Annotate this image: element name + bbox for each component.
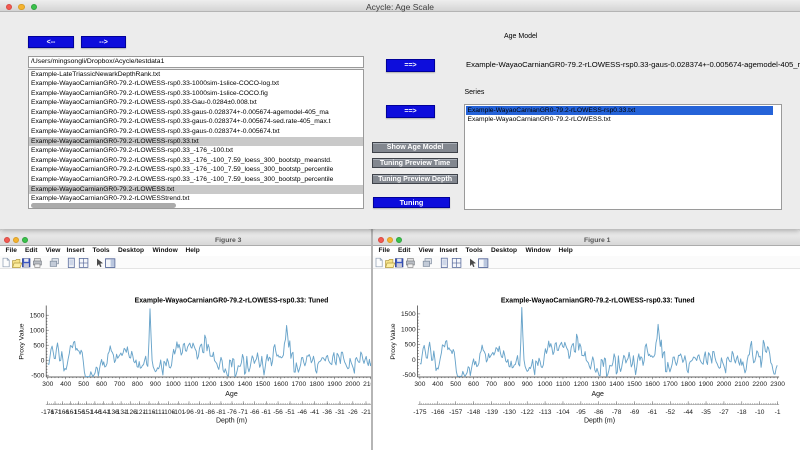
svg-text:1500: 1500	[401, 311, 416, 318]
svg-text:Age: Age	[225, 391, 238, 398]
svg-text:2300: 2300	[770, 381, 785, 388]
svg-text:-46: -46	[297, 409, 307, 416]
svg-text:-500: -500	[402, 372, 416, 379]
svg-text:1000: 1000	[538, 381, 553, 388]
svg-text:1100: 1100	[556, 381, 571, 388]
svg-text:0: 0	[412, 357, 416, 364]
svg-text:2000: 2000	[717, 381, 732, 388]
svg-text:400: 400	[432, 381, 443, 388]
svg-text:1700: 1700	[291, 381, 306, 388]
svg-text:-86: -86	[205, 409, 215, 416]
svg-text:-61: -61	[648, 409, 658, 416]
svg-text:900: 900	[150, 381, 161, 388]
svg-text:Proxy Value: Proxy Value	[19, 323, 26, 359]
svg-text:-51: -51	[285, 409, 295, 416]
svg-text:-31: -31	[335, 409, 345, 416]
svg-text:-104: -104	[556, 409, 570, 416]
svg-text:-96: -96	[184, 409, 194, 416]
svg-text:-148: -148	[467, 409, 481, 416]
svg-text:-130: -130	[503, 409, 517, 416]
svg-text:2100: 2100	[363, 381, 371, 388]
svg-text:Example-WayaoCarnianGR0-79.2-r: Example-WayaoCarnianGR0-79.2-rLOWESS-rsp…	[501, 297, 695, 304]
svg-text:-122: -122	[521, 409, 535, 416]
svg-text:1900: 1900	[327, 381, 342, 388]
svg-text:-78: -78	[612, 409, 622, 416]
svg-text:700: 700	[486, 381, 497, 388]
svg-text:1800: 1800	[681, 381, 696, 388]
svg-text:-71: -71	[238, 409, 248, 416]
svg-text:2000: 2000	[345, 381, 360, 388]
svg-text:1700: 1700	[663, 381, 678, 388]
svg-text:700: 700	[114, 381, 125, 388]
svg-text:-166: -166	[431, 409, 445, 416]
svg-text:-69: -69	[630, 409, 640, 416]
svg-text:1400: 1400	[609, 381, 624, 388]
svg-text:1500: 1500	[256, 381, 271, 388]
svg-text:2100: 2100	[734, 381, 749, 388]
svg-text:1500: 1500	[30, 312, 45, 319]
svg-text:300: 300	[414, 381, 425, 388]
svg-text:-139: -139	[485, 409, 499, 416]
svg-text:500: 500	[33, 342, 44, 349]
svg-text:1200: 1200	[202, 381, 217, 388]
svg-text:1900: 1900	[699, 381, 714, 388]
svg-text:-18: -18	[737, 409, 747, 416]
svg-text:800: 800	[504, 381, 515, 388]
svg-text:Depth (m): Depth (m)	[216, 418, 247, 425]
svg-text:1000: 1000	[30, 327, 45, 334]
svg-text:-500: -500	[31, 372, 45, 379]
svg-text:-27: -27	[719, 409, 729, 416]
svg-text:1500: 1500	[627, 381, 642, 388]
svg-text:1000: 1000	[401, 326, 416, 333]
svg-text:-91: -91	[195, 409, 205, 416]
svg-text:-36: -36	[322, 409, 332, 416]
svg-text:-1: -1	[775, 409, 781, 416]
svg-text:-175: -175	[413, 409, 427, 416]
svg-text:-44: -44	[683, 409, 693, 416]
svg-text:1200: 1200	[574, 381, 589, 388]
svg-text:1300: 1300	[591, 381, 606, 388]
svg-text:600: 600	[96, 381, 107, 388]
svg-text:Depth (m): Depth (m)	[584, 418, 615, 425]
svg-text:0: 0	[41, 357, 45, 364]
svg-text:400: 400	[60, 381, 71, 388]
svg-text:-26: -26	[348, 409, 358, 416]
svg-text:-21: -21	[361, 409, 371, 416]
svg-text:1600: 1600	[645, 381, 660, 388]
svg-text:-113: -113	[539, 409, 552, 416]
svg-text:Proxy Value: Proxy Value	[390, 323, 397, 359]
svg-text:-10: -10	[755, 409, 765, 416]
svg-text:-66: -66	[250, 409, 260, 416]
svg-text:-35: -35	[701, 409, 711, 416]
svg-text:Age: Age	[591, 391, 604, 398]
svg-text:-76: -76	[227, 409, 237, 416]
svg-text:1300: 1300	[220, 381, 235, 388]
svg-text:600: 600	[468, 381, 479, 388]
svg-text:800: 800	[132, 381, 143, 388]
svg-text:1800: 1800	[309, 381, 324, 388]
svg-text:-52: -52	[666, 409, 676, 416]
svg-text:1100: 1100	[184, 381, 199, 388]
svg-text:300: 300	[42, 381, 53, 388]
svg-text:-56: -56	[273, 409, 283, 416]
svg-text:-86: -86	[594, 409, 604, 416]
svg-text:1400: 1400	[238, 381, 253, 388]
svg-text:900: 900	[522, 381, 533, 388]
svg-text:2200: 2200	[752, 381, 767, 388]
svg-text:500: 500	[405, 342, 416, 349]
svg-text:-157: -157	[449, 409, 463, 416]
svg-text:1600: 1600	[274, 381, 289, 388]
svg-text:-81: -81	[216, 409, 226, 416]
svg-text:-41: -41	[310, 409, 320, 416]
svg-text:Example-WayaoCarnianGR0-79.2-r: Example-WayaoCarnianGR0-79.2-rLOWESS-rsp…	[135, 297, 329, 304]
svg-text:1000: 1000	[166, 381, 181, 388]
svg-text:500: 500	[450, 381, 461, 388]
svg-text:500: 500	[78, 381, 89, 388]
svg-text:-95: -95	[576, 409, 586, 416]
svg-text:-61: -61	[261, 409, 271, 416]
